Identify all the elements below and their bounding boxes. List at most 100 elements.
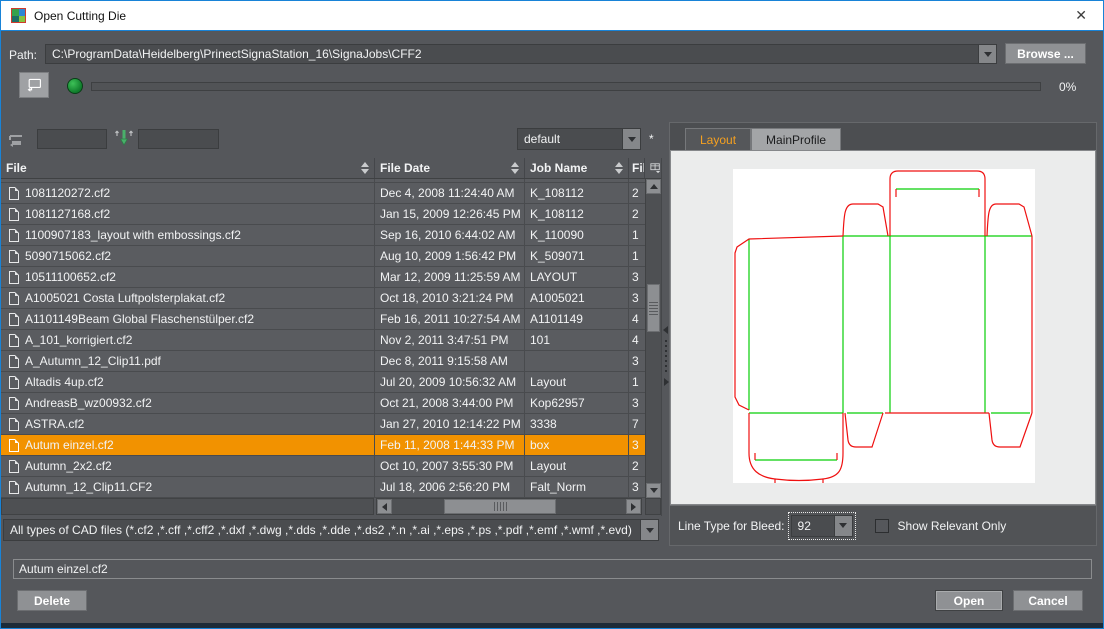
job-name: K_108112 [525,183,629,203]
bleed-dropdown-arrow-icon[interactable] [834,516,852,536]
cancel-button[interactable]: Cancel [1013,590,1083,611]
path-combobox[interactable]: C:\ProgramData\Heidelberg\PrinectSignaSt… [45,44,997,64]
column-header-files[interactable]: Fil [629,158,645,178]
file-date: Dec 8, 2011 9:15:58 AM [375,351,525,371]
bleed-line-type-combobox[interactable]: 92 [791,515,853,537]
table-row[interactable]: AndreasB_wz00932.cf2 Oct 21, 2008 3:44:0… [1,393,645,414]
file-table-body: 1081120272.cf2 Dec 4, 2008 11:24:40 AM K… [1,179,645,498]
horizontal-scroll-track[interactable] [392,499,626,514]
job-name: Kop62957 [525,393,629,413]
column-header-job-name[interactable]: Job Name [525,158,629,178]
file-count: 1 [629,246,645,266]
file-type-combobox[interactable]: All types of CAD files (*.cf2 ,*.cff ,*.… [3,519,659,541]
sort-arrows-icon[interactable] [361,162,369,174]
job-name: K_509071 [525,246,629,266]
file-name: 1100907183_layout with embossings.cf2 [25,228,241,242]
collapse-left-icon[interactable] [663,326,668,334]
file-count: 3 [629,435,645,455]
tab-mainprofile[interactable]: MainProfile [751,128,841,150]
table-row[interactable]: A_Autumn_12_Clip11.pdf Dec 8, 2011 9:15:… [1,351,645,372]
horizontal-scroll-thumb[interactable] [444,499,556,514]
table-row[interactable]: Autumn_12_Clip11.CF2 Jul 18, 2006 2:56:2… [1,477,645,498]
table-row[interactable]: 1100907183_layout with embossings.cf2 Se… [1,225,645,246]
file-count: 4 [629,309,645,329]
file-count: 2 [629,456,645,476]
table-horizontal-scrollbar[interactable] [376,498,642,515]
path-value: C:\ProgramData\Heidelberg\PrinectSignaSt… [46,47,978,61]
preset-dropdown-arrow-icon[interactable] [622,129,640,149]
delete-button[interactable]: Delete [17,590,87,611]
path-label: Path: [9,48,37,62]
table-row[interactable]: 5090715062.cf2 Aug 10, 2009 1:56:42 PM K… [1,246,645,267]
table-row[interactable]: 1081120272.cf2 Dec 4, 2008 11:24:40 AM K… [1,183,645,204]
sort-icon [113,128,135,148]
file-name: 1081120272.cf2 [25,186,110,200]
table-row[interactable]: Autumn_2x2.cf2 Oct 10, 2007 3:55:30 PM L… [1,456,645,477]
file-name: Altadis 4up.cf2 [25,375,104,389]
scroll-right-button[interactable] [626,499,641,514]
preset-combobox[interactable]: default [517,128,641,150]
scroll-down-button[interactable] [646,483,661,498]
file-date [375,179,525,182]
show-relevant-only-checkbox[interactable] [875,519,889,533]
scroll-left-button[interactable] [377,499,392,514]
sort-filter-input[interactable] [138,129,219,149]
bleed-value: 92 [792,519,834,533]
file-count: 4 [629,330,645,350]
path-dropdown-arrow-icon[interactable] [978,45,996,63]
column-picker-button[interactable] [645,158,661,178]
file-icon [9,439,19,452]
table-row[interactable]: ASTRA.cf2 Jan 27, 2010 12:14:22 PM 3338 … [1,414,645,435]
file-count: 2 [629,204,645,224]
job-name: K_110090 [525,225,629,245]
file-filter-input[interactable] [37,129,107,149]
close-icon[interactable]: ✕ [1069,7,1093,24]
table-row[interactable]: 10511100652.cf2 Mar 12, 2009 11:25:59 AM… [1,267,645,288]
job-name [525,351,629,371]
table-vertical-scrollbar[interactable] [645,179,661,498]
filter-row: default * [1,126,661,158]
app-icon [11,8,26,23]
sort-arrows-icon[interactable] [511,162,519,174]
table-row[interactable]: 1081127168.cf2 Jan 15, 2009 12:26:45 PM … [1,204,645,225]
file-icon [9,397,19,410]
refresh-preview-button[interactable] [19,72,49,98]
column-header-file[interactable]: File [1,158,375,178]
open-button[interactable]: Open [935,590,1003,611]
table-row[interactable]: A_101_korrigiert.cf2 Nov 2, 2011 3:47:51… [1,330,645,351]
scroll-up-button[interactable] [646,179,661,194]
job-name: LAYOUT [525,267,629,287]
file-icon [9,292,19,305]
file-count: 3 [629,393,645,413]
file-icon [9,460,19,473]
table-row[interactable]: Altadis 4up.cf2 Jul 20, 2009 10:56:32 AM… [1,372,645,393]
file-date: Feb 16, 2011 10:27:54 AM [375,309,525,329]
job-name: Layout [525,372,629,392]
file-date: Jul 20, 2009 10:56:32 AM [375,372,525,392]
file-date: Oct 10, 2007 3:55:30 PM [375,456,525,476]
filename-input[interactable] [13,559,1092,579]
file-date: Sep 16, 2010 6:44:02 AM [375,225,525,245]
open-cutting-die-dialog: Open Cutting Die ✕ Path: C:\ProgramData\… [0,0,1104,629]
footer-blank-panel [1,498,374,515]
file-date: Oct 18, 2010 3:21:24 PM [375,288,525,308]
monitor-arrow-icon [26,76,42,94]
file-icon [9,418,19,431]
tab-layout[interactable]: Layout [685,128,751,150]
file-icon [9,313,19,326]
column-header-file-date[interactable]: File Date [375,158,525,178]
table-row[interactable]: Autum einzel.cf2 Feb 11, 2008 1:44:33 PM… [1,435,645,456]
file-name: Autumn_12_Clip11.CF2 [25,480,152,494]
file-count: 3 [629,267,645,287]
splitter[interactable] [661,158,669,516]
dieline-canvas [733,169,1035,483]
table-row[interactable]: A1101149Beam Global Flaschenstülper.cf2 … [1,309,645,330]
file-date: Feb 11, 2008 1:44:33 PM [375,435,525,455]
file-count: 3 [629,288,645,308]
browse-button[interactable]: Browse ... [1005,43,1086,64]
file-type-dropdown-arrow-icon[interactable] [640,520,658,540]
job-name: A1005021 [525,288,629,308]
sort-arrows-icon[interactable] [615,162,623,174]
vertical-scroll-thumb[interactable] [647,284,660,332]
table-row[interactable]: A1005021 Costa Luftpolsterplakat.cf2 Oct… [1,288,645,309]
